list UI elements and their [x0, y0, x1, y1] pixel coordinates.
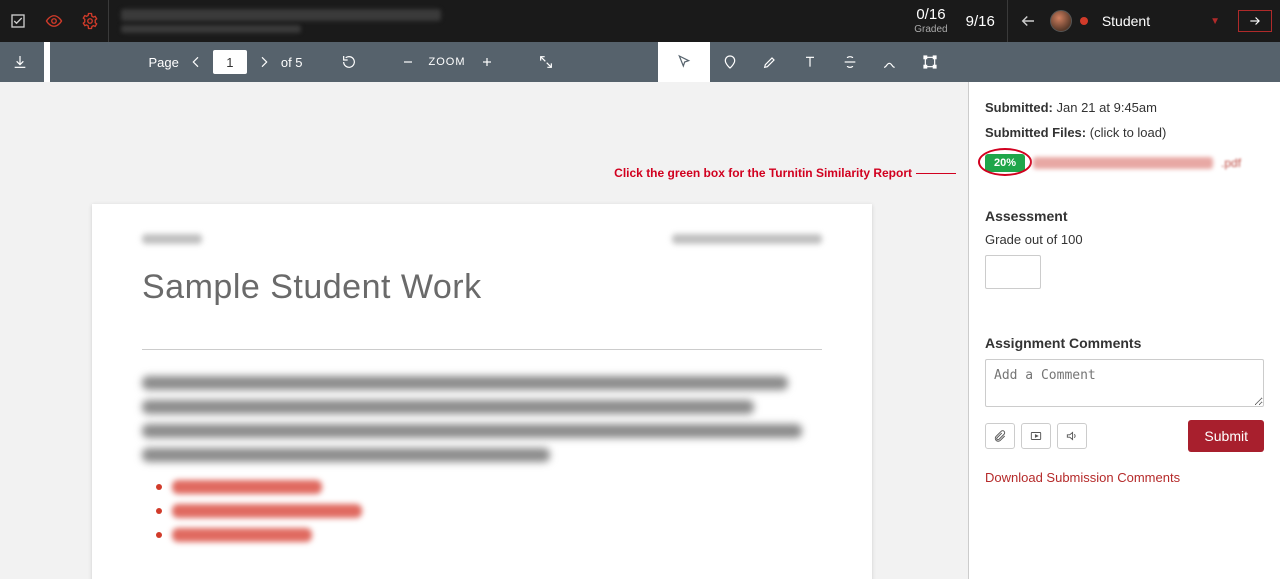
- zoom-controls: ZOOM: [389, 42, 506, 82]
- document-page: Sample Student Work: [92, 204, 872, 579]
- main-area: Click the green box for the Turnitin Sim…: [0, 82, 1280, 579]
- document-viewport[interactable]: Click the green box for the Turnitin Sim…: [0, 82, 968, 579]
- student-navigator: Student ▼: [1007, 0, 1280, 42]
- highlight-tool-icon[interactable]: [750, 42, 790, 82]
- page-label: Page: [148, 55, 178, 70]
- point-annotation-icon[interactable]: [710, 42, 750, 82]
- comment-actions: Submit: [985, 420, 1264, 452]
- area-tool-icon[interactable]: [910, 42, 950, 82]
- media-comment-icon[interactable]: [1021, 423, 1051, 449]
- caret-down-icon: ▼: [1210, 16, 1220, 27]
- turnitin-similarity-badge[interactable]: 20%: [985, 154, 1025, 172]
- submitted-files-row: Submitted Files: (click to load): [985, 125, 1264, 140]
- assessment-heading: Assessment: [985, 208, 1264, 224]
- turnitin-callout: Click the green box for the Turnitin Sim…: [614, 166, 956, 180]
- submit-comment-button[interactable]: Submit: [1188, 420, 1264, 452]
- grade-label: Grade out of 100: [985, 232, 1264, 247]
- header-counts: 0/16 Graded 9/16: [914, 7, 1007, 35]
- visibility-eye-icon[interactable]: [36, 0, 72, 42]
- prev-student-arrow-icon[interactable]: [1014, 7, 1042, 35]
- next-page-icon[interactable]: [251, 42, 277, 82]
- grading-sidepanel: Submitted: Jan 21 at 9:45am Submitted Fi…: [968, 82, 1280, 579]
- rotate-icon[interactable]: [329, 42, 369, 82]
- page-number-input[interactable]: [213, 50, 247, 74]
- comments-heading: Assignment Comments: [985, 335, 1264, 351]
- submitted-row: Submitted: Jan 21 at 9:45am: [985, 100, 1264, 115]
- zoom-label: ZOOM: [423, 56, 472, 68]
- comment-textarea[interactable]: [985, 359, 1264, 407]
- file-name-link[interactable]: [1033, 157, 1213, 169]
- strikethrough-tool-icon[interactable]: [830, 42, 870, 82]
- prev-page-icon[interactable]: [183, 42, 209, 82]
- page-controls: Page of 5: [142, 42, 308, 82]
- document-toolbar: Page of 5 ZOOM: [0, 42, 1280, 82]
- progress-count: 9/16: [966, 13, 995, 30]
- next-student-arrow-icon[interactable]: [1238, 10, 1272, 32]
- attach-file-icon[interactable]: [985, 423, 1015, 449]
- status-dot-icon: [1080, 17, 1088, 25]
- pointer-tool-icon[interactable]: [664, 42, 704, 82]
- student-avatar[interactable]: [1050, 10, 1072, 32]
- gradebook-icon[interactable]: [0, 0, 36, 42]
- assignment-title-block: [121, 9, 441, 33]
- text-tool-icon[interactable]: [790, 42, 830, 82]
- draw-tool-icon[interactable]: [870, 42, 910, 82]
- header-divider: [108, 0, 109, 42]
- zoom-in-icon[interactable]: [472, 42, 502, 82]
- download-comments-link[interactable]: Download Submission Comments: [985, 470, 1180, 485]
- page-total-label: of 5: [281, 55, 303, 70]
- fullscreen-icon[interactable]: [526, 42, 566, 82]
- grade-input[interactable]: [985, 255, 1041, 289]
- download-icon[interactable]: [0, 42, 40, 82]
- zoom-out-icon[interactable]: [393, 42, 423, 82]
- document-title: Sample Student Work: [142, 268, 822, 307]
- student-dropdown[interactable]: Student ▼: [1096, 13, 1226, 29]
- graded-count: 0/16 Graded: [914, 7, 947, 35]
- header-left-icons: [0, 0, 108, 42]
- student-role-label: Student: [1102, 13, 1150, 29]
- settings-gear-icon[interactable]: [72, 0, 108, 42]
- file-extension: .pdf: [1221, 156, 1241, 170]
- audio-comment-icon[interactable]: [1057, 423, 1087, 449]
- top-header: 0/16 Graded 9/16 Student ▼: [0, 0, 1280, 42]
- submitted-file-item: 20% .pdf: [985, 154, 1264, 172]
